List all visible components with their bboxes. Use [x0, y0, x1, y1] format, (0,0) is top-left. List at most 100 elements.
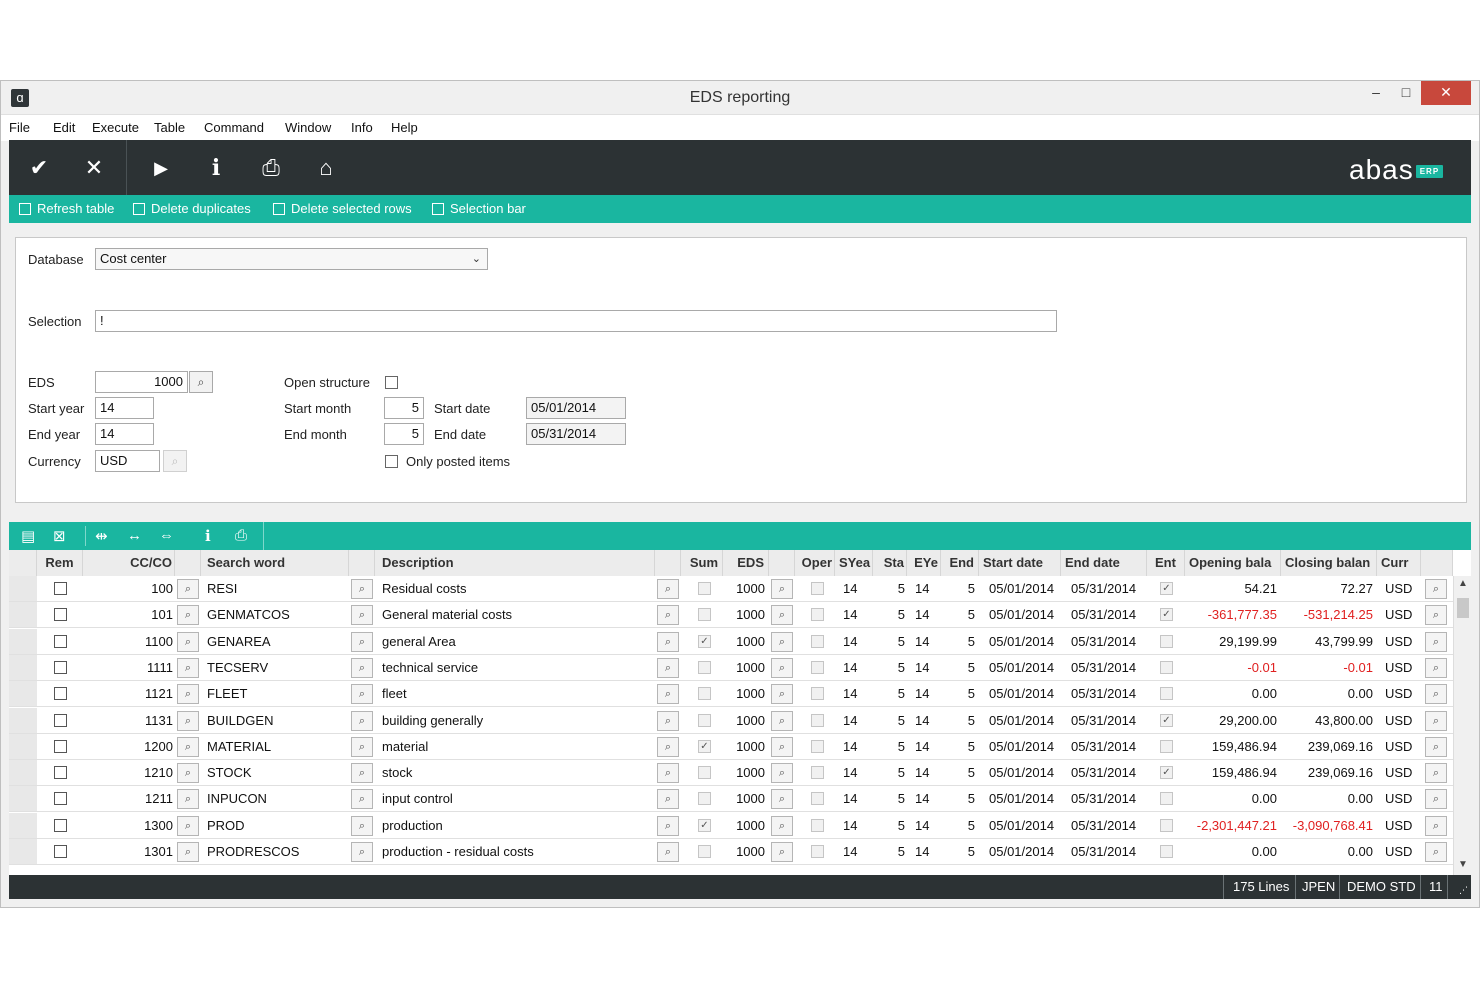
only-posted-checkbox[interactable]: [385, 455, 398, 468]
menu-command[interactable]: Command: [204, 120, 264, 135]
row-header[interactable]: [9, 602, 37, 628]
search-word-search-icon[interactable]: ⌕: [351, 710, 373, 731]
open-structure-checkbox[interactable]: [385, 376, 398, 389]
currency-search-icon[interactable]: ⌕: [163, 450, 187, 472]
eds-search-icon[interactable]: ⌕: [771, 789, 793, 810]
oper-checkbox[interactable]: [811, 845, 824, 858]
row-header[interactable]: [9, 628, 37, 654]
currency-search-icon[interactable]: ⌕: [1425, 684, 1447, 705]
end-year-input[interactable]: 14: [95, 423, 154, 445]
table-row[interactable]: 1131 ⌕ BUILDGEN ⌕ building generally ⌕ 1000 ⌕ 14…: [9, 707, 1453, 734]
search-word-search-icon[interactable]: ⌕: [351, 842, 373, 862]
sum-checkbox[interactable]: [698, 608, 711, 622]
description-search-icon[interactable]: ⌕: [657, 815, 679, 836]
rem-checkbox[interactable]: [54, 792, 67, 806]
print-icon[interactable]: ⎙: [255, 152, 287, 184]
menu-file[interactable]: File: [9, 120, 30, 135]
currency-search-icon[interactable]: ⌕: [1425, 789, 1447, 810]
cc-search-icon[interactable]: ⌕: [177, 763, 199, 784]
end-month-input[interactable]: 5: [384, 423, 424, 445]
table-info-icon[interactable]: i: [205, 527, 211, 545]
oper-checkbox[interactable]: [811, 713, 824, 727]
maximize-button[interactable]: □: [1393, 81, 1419, 105]
ent-checkbox[interactable]: [1160, 634, 1173, 648]
eds-search-icon[interactable]: ⌕: [771, 631, 793, 652]
oper-checkbox[interactable]: [811, 660, 824, 674]
eds-search-icon[interactable]: ⌕: [771, 815, 793, 836]
menu-table[interactable]: Table: [154, 120, 185, 135]
rem-checkbox[interactable]: [54, 660, 67, 674]
ent-checkbox[interactable]: [1160, 739, 1173, 753]
sum-checkbox[interactable]: [698, 792, 711, 806]
menu-edit[interactable]: Edit: [53, 120, 75, 135]
menu-info[interactable]: Info: [351, 120, 373, 135]
currency-search-icon[interactable]: ⌕: [1425, 815, 1447, 836]
col-rem[interactable]: Rem: [37, 550, 83, 576]
col-eds[interactable]: EDS: [723, 550, 769, 576]
rem-checkbox[interactable]: [54, 739, 67, 753]
col-end-year[interactable]: EYe: [907, 550, 941, 576]
row-header[interactable]: [9, 812, 37, 838]
minimize-button[interactable]: –: [1363, 81, 1389, 105]
oper-checkbox[interactable]: [811, 818, 824, 832]
col-start-year[interactable]: SYea: [835, 550, 873, 576]
currency-input[interactable]: USD: [95, 450, 160, 472]
currency-search-icon[interactable]: ⌕: [1425, 579, 1447, 599]
scroll-thumb[interactable]: [1457, 598, 1469, 618]
rem-checkbox[interactable]: [54, 634, 67, 648]
row-header[interactable]: [9, 654, 37, 680]
col-description[interactable]: Description: [375, 550, 655, 576]
search-word-search-icon[interactable]: ⌕: [351, 657, 373, 678]
eds-search-icon[interactable]: ⌕: [771, 657, 793, 678]
col-ent[interactable]: Ent: [1147, 550, 1185, 576]
eds-search-icon[interactable]: ⌕: [771, 842, 793, 862]
rem-checkbox[interactable]: [54, 818, 67, 832]
description-search-icon[interactable]: ⌕: [657, 579, 679, 599]
shrink-columns-icon[interactable]: ⇔: [159, 527, 174, 544]
col-closing[interactable]: Closing balan: [1281, 550, 1377, 576]
insert-row-icon[interactable]: ▤: [21, 527, 35, 545]
start-year-input[interactable]: 14: [95, 397, 154, 419]
search-word-search-icon[interactable]: ⌕: [351, 789, 373, 810]
col-end-date[interactable]: End date: [1061, 550, 1147, 576]
oper-checkbox[interactable]: [811, 582, 824, 595]
ent-checkbox[interactable]: [1160, 792, 1173, 806]
confirm-icon[interactable]: ✔: [23, 152, 55, 184]
search-word-search-icon[interactable]: ⌕: [351, 815, 373, 836]
cc-search-icon[interactable]: ⌕: [177, 710, 199, 731]
currency-search-icon[interactable]: ⌕: [1425, 763, 1447, 784]
play-icon[interactable]: ▶: [145, 152, 177, 184]
start-month-input[interactable]: 5: [384, 397, 424, 419]
home-icon[interactable]: ⌂: [310, 152, 342, 184]
row-header[interactable]: [9, 707, 37, 733]
cc-search-icon[interactable]: ⌕: [177, 579, 199, 599]
currency-search-icon[interactable]: ⌕: [1425, 631, 1447, 652]
eds-search-icon[interactable]: ⌕: [771, 579, 793, 599]
col-start-date[interactable]: Start date: [979, 550, 1061, 576]
delete-row-icon[interactable]: ⊠: [53, 527, 66, 545]
ent-checkbox[interactable]: [1160, 818, 1173, 832]
rem-checkbox[interactable]: [54, 608, 67, 622]
col-oper[interactable]: Oper: [795, 550, 835, 576]
resize-grip-icon[interactable]: ⋰: [1459, 885, 1468, 896]
scroll-up-icon[interactable]: ▲: [1454, 578, 1471, 589]
oper-checkbox[interactable]: [811, 687, 824, 701]
rem-checkbox[interactable]: [54, 766, 67, 780]
oper-checkbox[interactable]: [811, 634, 824, 648]
description-search-icon[interactable]: ⌕: [657, 605, 679, 626]
menu-help[interactable]: Help: [391, 120, 418, 135]
table-row[interactable]: 1301 ⌕ PRODRESCOS ⌕ production - residual co…: [9, 839, 1453, 865]
table-row[interactable]: 100 ⌕ RESI ⌕ Residual costs ⌕ 1000 ⌕ 14 5 14 5 05/01…: [9, 576, 1453, 602]
row-header[interactable]: [9, 760, 37, 786]
ent-checkbox[interactable]: [1160, 845, 1173, 858]
table-print-icon[interactable]: ⎙: [235, 527, 247, 544]
sum-checkbox[interactable]: [698, 766, 711, 780]
row-header[interactable]: [9, 681, 37, 707]
cancel-icon[interactable]: ✕: [78, 152, 110, 184]
description-search-icon[interactable]: ⌕: [657, 763, 679, 784]
close-window-button[interactable]: ✕: [1421, 81, 1471, 105]
col-start-month[interactable]: Sta: [873, 550, 907, 576]
currency-search-icon[interactable]: ⌕: [1425, 710, 1447, 731]
table-row[interactable]: 1300 ⌕ PROD ⌕ production ⌕ ✓ 1000 ⌕ 14 5 14 5 05/01/2…: [9, 812, 1453, 839]
sum-checkbox[interactable]: [698, 845, 711, 858]
